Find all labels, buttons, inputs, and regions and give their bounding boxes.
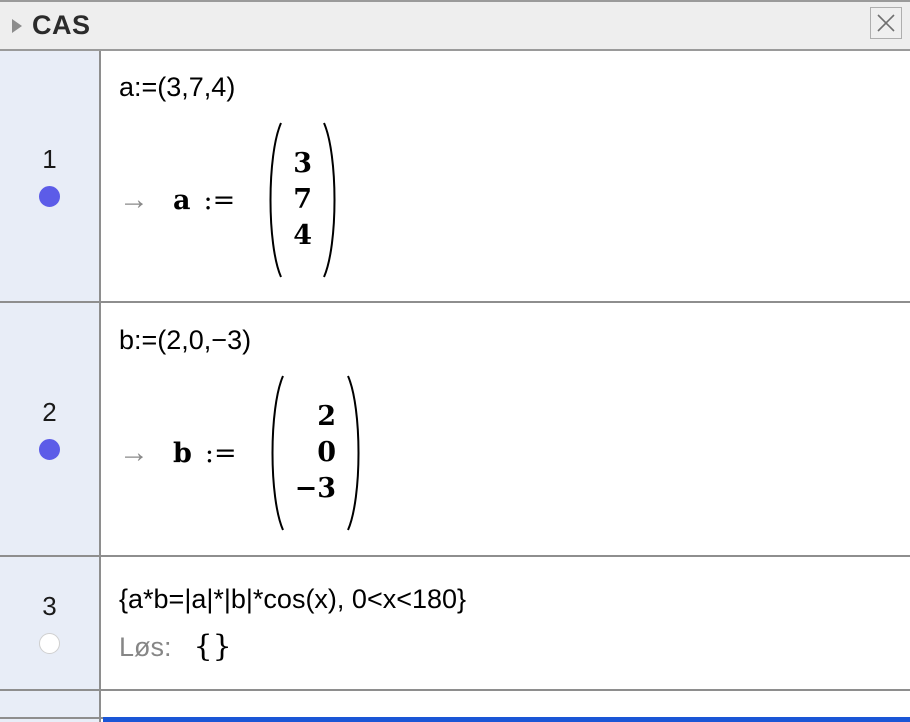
close-button[interactable] xyxy=(870,7,902,39)
vector-entry: 3 xyxy=(293,147,313,179)
cas-row[interactable]: 1 a:=(3,7,4) → a := 3 7 4 xyxy=(0,51,910,303)
left-paren-icon xyxy=(261,120,285,280)
solve-label: Løs: xyxy=(119,632,172,663)
column-vector: 2 0 −3 xyxy=(263,373,368,533)
cas-row-list: 1 a:=(3,7,4) → a := 3 7 4 2 b:=(2,0,−3) … xyxy=(0,51,910,722)
row-number: 3 xyxy=(42,590,57,621)
row-body: a:=(3,7,4) → a := 3 7 4 xyxy=(101,51,910,301)
row-input-field[interactable]: b:=(2,0,−3) xyxy=(119,325,910,355)
row-gutter: 2 xyxy=(0,303,101,555)
row-output[interactable]: Løs: {} xyxy=(119,632,910,662)
output-variable: b xyxy=(173,437,192,469)
row-gutter: 3 xyxy=(0,557,101,689)
row-input-field[interactable]: {a*b=|a|*|b|*cos(x), 0<x<180} xyxy=(119,584,910,614)
page-title: CAS xyxy=(32,10,91,40)
vector-entry: 0 xyxy=(317,436,337,468)
cas-panel-header: CAS xyxy=(0,0,910,51)
vector-entry: 7 xyxy=(293,183,313,215)
cas-row[interactable]: 3 {a*b=|a|*|b|*cos(x), 0<x<180} Løs: {} xyxy=(0,557,910,691)
triangle-right-icon[interactable] xyxy=(12,18,22,33)
vector-entry: 4 xyxy=(293,220,313,252)
right-paren-icon xyxy=(344,373,368,533)
result-arrow-icon: → xyxy=(119,183,149,217)
left-paren-icon xyxy=(263,373,287,533)
gutter-bottom-edge xyxy=(0,717,103,719)
output-assign-symbol: := xyxy=(204,437,237,469)
row-output[interactable]: → b := 2 0 −3 xyxy=(119,373,910,533)
column-vector: 3 7 4 xyxy=(261,120,344,280)
vector-entry: −3 xyxy=(294,473,337,505)
row-marker-visibility-toggle[interactable] xyxy=(39,185,60,207)
row-input-field[interactable]: a:=(3,7,4) xyxy=(119,72,910,102)
row-number: 1 xyxy=(42,143,57,174)
row-gutter: 1 xyxy=(0,51,101,301)
cas-row[interactable]: 2 b:=(2,0,−3) → b := 2 0 −3 xyxy=(0,303,910,557)
right-paren-icon xyxy=(320,120,344,280)
solve-result: {} xyxy=(193,629,232,665)
vector-entries: 3 7 4 xyxy=(285,120,320,280)
row-marker-visibility-toggle[interactable] xyxy=(39,632,60,654)
vector-entry: 2 xyxy=(317,400,337,432)
active-row-indicator xyxy=(103,717,910,722)
row-output[interactable]: → a := 3 7 4 xyxy=(119,120,910,280)
output-assign-symbol: := xyxy=(203,184,236,216)
row-number: 2 xyxy=(42,396,57,427)
row-body: b:=(2,0,−3) → b := 2 0 −3 xyxy=(101,303,910,555)
result-arrow-icon: → xyxy=(119,436,149,470)
row-marker-visibility-toggle[interactable] xyxy=(39,438,60,460)
close-x-icon xyxy=(875,12,897,34)
cas-view: CAS 1 a:=(3,7,4) → a := 3 7 4 2 b:=(2,0,… xyxy=(0,0,910,722)
vector-entries: 2 0 −3 xyxy=(287,373,344,533)
row-body: {a*b=|a|*|b|*cos(x), 0<x<180} Løs: {} xyxy=(101,557,910,689)
output-variable: a xyxy=(173,184,191,216)
